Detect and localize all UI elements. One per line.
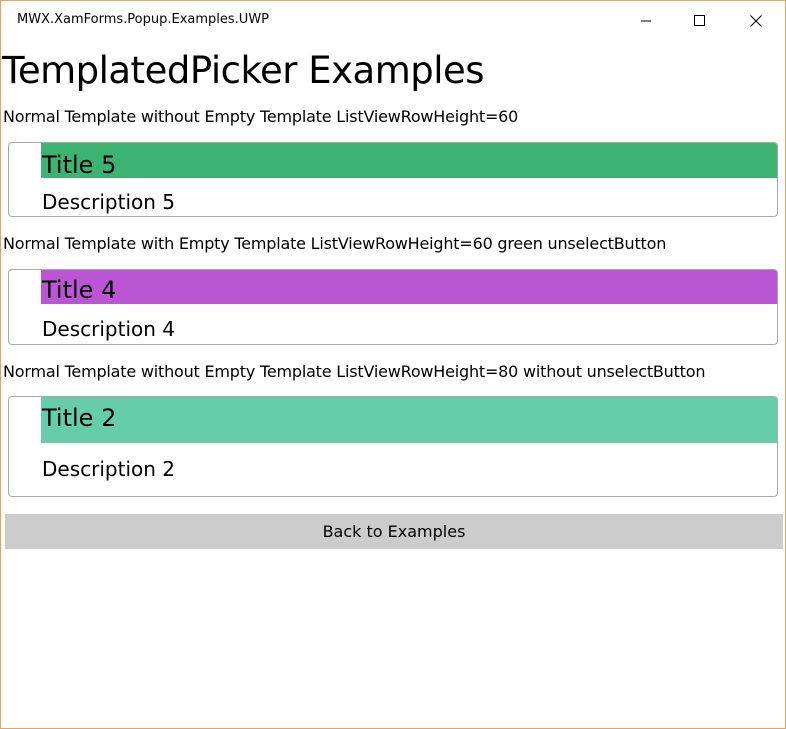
picker-selected-description: Description 2 bbox=[42, 457, 175, 481]
section-label-2: Normal Template with Empty Template List… bbox=[3, 234, 667, 253]
minimize-icon bbox=[641, 20, 651, 22]
templated-picker-2[interactable]: Title 4 Description 4 bbox=[8, 269, 778, 345]
picker-selected-title-bar bbox=[41, 397, 777, 443]
section-label-1: Normal Template without Empty Template L… bbox=[3, 107, 519, 126]
close-button[interactable] bbox=[733, 1, 779, 41]
picker-selected-title-bar bbox=[41, 270, 777, 304]
window-title: MWX.XamForms.Popup.Examples.UWP bbox=[17, 12, 270, 27]
minimize-button[interactable] bbox=[623, 1, 669, 41]
title-bar: MWX.XamForms.Popup.Examples.UWP bbox=[1, 1, 785, 41]
templated-picker-1[interactable]: Title 5 Description 5 bbox=[8, 142, 778, 217]
page-title: TemplatedPicker Examples bbox=[2, 49, 485, 92]
picker-selected-title: Title 2 bbox=[42, 404, 117, 432]
back-to-examples-button[interactable]: Back to Examples bbox=[5, 514, 783, 549]
close-icon bbox=[750, 15, 762, 27]
picker-selected-description: Description 4 bbox=[42, 317, 175, 341]
app-window: MWX.XamForms.Popup.Examples.UWP Template… bbox=[0, 0, 786, 729]
section-label-3: Normal Template without Empty Template L… bbox=[3, 362, 706, 381]
picker-selected-title: Title 5 bbox=[42, 151, 117, 179]
picker-selected-title-bar bbox=[41, 143, 777, 178]
maximize-icon bbox=[694, 15, 705, 26]
picker-selected-title: Title 4 bbox=[42, 276, 117, 304]
maximize-button[interactable] bbox=[677, 1, 723, 41]
templated-picker-3[interactable]: Title 2 Description 2 bbox=[8, 396, 778, 497]
picker-selected-description: Description 5 bbox=[42, 190, 175, 214]
